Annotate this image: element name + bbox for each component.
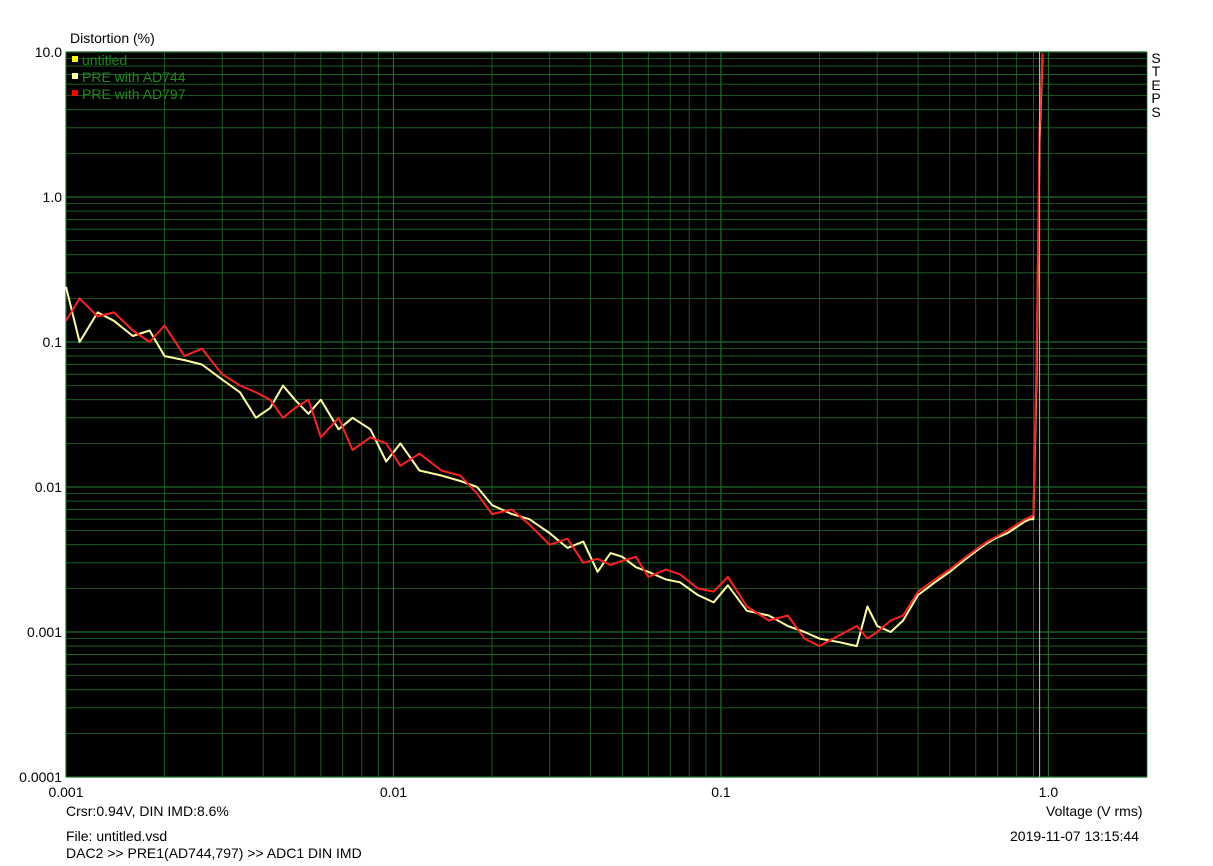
steps-label[interactable]: STEPS	[1150, 51, 1162, 119]
legend-label-untitled: untitled	[82, 52, 128, 68]
y-tick-label: 0.1	[43, 334, 63, 350]
signal-path: DAC2 >> PRE1(AD744,797) >> ADC1 DIN IMD	[66, 845, 362, 861]
y-tick-label: 0.0001	[19, 769, 62, 785]
x-tick-label: 0.01	[380, 784, 407, 800]
y-tick-label: 1.0	[43, 189, 63, 205]
legend-swatch-ad744	[72, 73, 78, 79]
y-tick-label: 0.01	[35, 479, 62, 495]
timestamp: 2019-11-07 13:15:44	[1010, 828, 1139, 844]
plot-area	[66, 52, 1147, 777]
legend-label-ad797: PRE with AD797	[82, 86, 186, 102]
x-axis-label: Voltage (V rms)	[1046, 803, 1143, 819]
legend-label-ad744: PRE with AD744	[82, 69, 186, 85]
x-tick-label: 0.001	[48, 784, 83, 800]
chart: 0.001 0.01 0.1 1.010.01.00.10.010.0010.0001	[19, 44, 1148, 800]
y-axis-label: Distortion (%)	[70, 30, 155, 46]
y-tick-label: 10.0	[35, 44, 62, 60]
legend-swatch-ad797	[72, 90, 78, 96]
x-tick-label: 0.1	[711, 784, 731, 800]
cursor-readout: Crsr:0.94V, DIN IMD:8.6%	[66, 803, 229, 819]
y-tick-label: 0.001	[27, 624, 62, 640]
file-name: File: untitled.vsd	[66, 828, 168, 844]
legend-swatch-untitled	[72, 56, 78, 62]
x-tick-label: 1.0	[1039, 784, 1059, 800]
